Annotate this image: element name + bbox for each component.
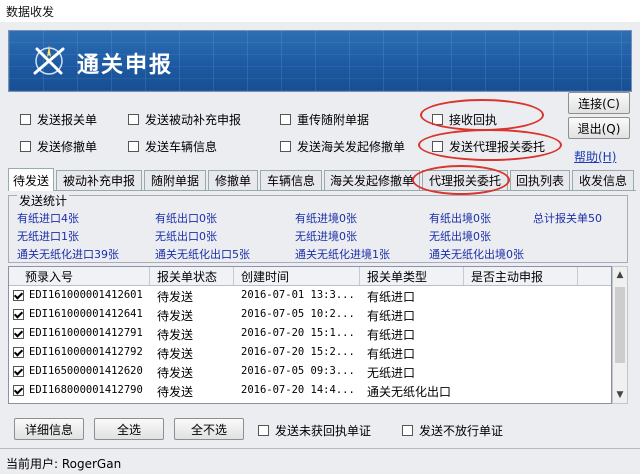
tab-receipt-list[interactable]: 回执列表: [510, 170, 570, 190]
stat-paper-inbound: 有纸进境0张: [295, 212, 357, 225]
help-link[interactable]: 帮助(H): [574, 148, 616, 165]
col-header-preentry-no[interactable]: 预录入号: [25, 268, 73, 285]
tab-send-receive-info[interactable]: 收发信息: [572, 170, 634, 190]
send-agent-authorization-checkbox[interactable]: 发送代理报关委托: [432, 138, 545, 155]
checkbox-box[interactable]: [402, 425, 413, 436]
stat-paperless-export: 无纸出口0张: [155, 230, 217, 243]
tab-vehicle-info[interactable]: 车辆信息: [260, 170, 322, 190]
select-none-button[interactable]: 全不选: [174, 418, 244, 440]
checkbox-box[interactable]: [20, 141, 31, 152]
checkbox-box[interactable]: [280, 141, 291, 152]
banner: 通关申报: [8, 30, 632, 92]
title-bar: 数据收发: [0, 0, 640, 22]
row-checkbox[interactable]: [13, 366, 24, 377]
receive-receipt-checkbox[interactable]: 接收回执: [432, 111, 497, 128]
stat-paperless-outbound: 无纸出境0张: [429, 230, 491, 243]
app-window: 数据收发 通关申报 发送报关单 发送被动补充申报 重传随附单据 接收回执 发送修…: [0, 0, 640, 474]
send-statistics-group: 发送统计 有纸进口4张 有纸出口0张 有纸进境0张 有纸出境0张 总计报关单50…: [8, 192, 628, 263]
stat-clearance-outbound: 通关无纸化出境0张: [429, 248, 524, 261]
table-row[interactable]: EDI161000001412791 待发送 2016-07-20 15:1..…: [9, 324, 611, 343]
send-customs-initiated-modify-checkbox[interactable]: 发送海关发起修撤单: [280, 138, 405, 155]
tab-pending-send[interactable]: 待发送: [8, 168, 54, 191]
row-checkbox[interactable]: [13, 385, 24, 396]
stat-clearance-import: 通关无纸化进口39张: [17, 248, 119, 261]
current-user-label: 当前用户: RogerGan: [6, 457, 122, 471]
stat-paper-outbound: 有纸出境0张: [429, 212, 491, 225]
col-separator: [359, 267, 360, 285]
declaration-table: 预录入号 报关单状态 创建时间 报关单类型 是否主动申报 EDI16100000…: [8, 266, 612, 404]
col-separator: [149, 267, 150, 285]
stat-paperless-inbound: 无纸进境0张: [295, 230, 357, 243]
table-row[interactable]: EDI161000001412792 待发送 2016-07-20 15:2..…: [9, 343, 611, 362]
row-checkbox[interactable]: [13, 309, 24, 320]
col-header-created[interactable]: 创建时间: [241, 268, 289, 285]
status-bar: 当前用户: RogerGan: [0, 448, 640, 474]
checkbox-box[interactable]: [20, 114, 31, 125]
row-checkbox[interactable]: [13, 328, 24, 339]
exit-button[interactable]: 退出(Q): [568, 117, 630, 139]
stats-legend: 发送统计: [17, 192, 70, 209]
banner-title: 通关申报: [77, 53, 174, 78]
checkbox-box[interactable]: [258, 425, 269, 436]
send-customs-declaration-checkbox[interactable]: 发送报关单: [20, 111, 97, 128]
checkbox-box[interactable]: [432, 141, 443, 152]
checkbox-box[interactable]: [432, 114, 443, 125]
stat-paper-export: 有纸出口0张: [155, 212, 217, 225]
checkbox-box[interactable]: [128, 114, 139, 125]
stat-clearance-export: 通关无纸化出口5张: [155, 248, 250, 261]
checkbox-box[interactable]: [128, 141, 139, 152]
connect-button[interactable]: 连接(C): [568, 92, 630, 114]
stat-paper-import: 有纸进口4张: [17, 212, 79, 225]
table-vertical-scrollbar[interactable]: ▲ ▼: [612, 266, 628, 404]
row-checkbox[interactable]: [13, 347, 24, 358]
col-separator: [463, 267, 464, 285]
send-modify-withdraw-checkbox[interactable]: 发送修撤单: [20, 138, 97, 155]
row-checkbox[interactable]: [13, 290, 24, 301]
stat-total-declarations: 总计报关单50: [533, 212, 602, 225]
table-row[interactable]: EDI168000001412790 待发送 2016-07-20 14:4..…: [9, 381, 611, 400]
col-header-status[interactable]: 报关单状态: [157, 268, 217, 285]
send-passive-supplement-checkbox[interactable]: 发送被动补充申报: [128, 111, 241, 128]
tab-customs-initiated-modify[interactable]: 海关发起修撤单: [324, 170, 420, 190]
stat-paperless-import: 无纸进口1张: [17, 230, 79, 243]
tab-bar: 待发送 被动补充申报 随附单据 修撤单 车辆信息 海关发起修撤单 代理报关委托 …: [8, 168, 636, 191]
checkbox-box[interactable]: [280, 114, 291, 125]
scroll-thumb[interactable]: [615, 287, 625, 363]
tab-agent-authorization[interactable]: 代理报关委托: [422, 170, 508, 190]
table-row[interactable]: EDI161000001412641 待发送 2016-07-05 10:2..…: [9, 305, 611, 324]
send-no-receipt-checkbox[interactable]: 发送未获回执单证: [258, 422, 371, 439]
scroll-up-arrow-icon[interactable]: ▲: [615, 270, 625, 280]
resend-attached-docs-checkbox[interactable]: 重传随附单据: [280, 111, 369, 128]
select-all-button[interactable]: 全选: [94, 418, 164, 440]
tab-modify-withdraw[interactable]: 修撤单: [208, 170, 258, 190]
tab-passive-supplement[interactable]: 被动补充申报: [56, 170, 142, 190]
col-separator: [577, 267, 578, 285]
scroll-down-arrow-icon[interactable]: ▼: [615, 390, 625, 400]
window-title: 数据收发: [6, 5, 55, 19]
col-header-type[interactable]: 报关单类型: [367, 268, 427, 285]
table-row[interactable]: EDI165000001412620 待发送 2016-07-05 09:3..…: [9, 362, 611, 381]
tab-attached-docs[interactable]: 随附单据: [144, 170, 206, 190]
stat-clearance-inbound: 通关无纸化进境1张: [295, 248, 390, 261]
table-row[interactable]: EDI161000001412601 待发送 2016-07-01 13:3..…: [9, 286, 611, 305]
col-separator: [233, 267, 234, 285]
send-vehicle-info-checkbox[interactable]: 发送车辆信息: [128, 138, 217, 155]
customs-emblem-icon: [33, 45, 65, 75]
send-not-released-checkbox[interactable]: 发送不放行单证: [402, 422, 503, 439]
col-header-active-declaration[interactable]: 是否主动申报: [471, 268, 543, 285]
table-header: 预录入号 报关单状态 创建时间 报关单类型 是否主动申报: [9, 267, 611, 286]
details-button[interactable]: 详细信息: [14, 418, 84, 440]
